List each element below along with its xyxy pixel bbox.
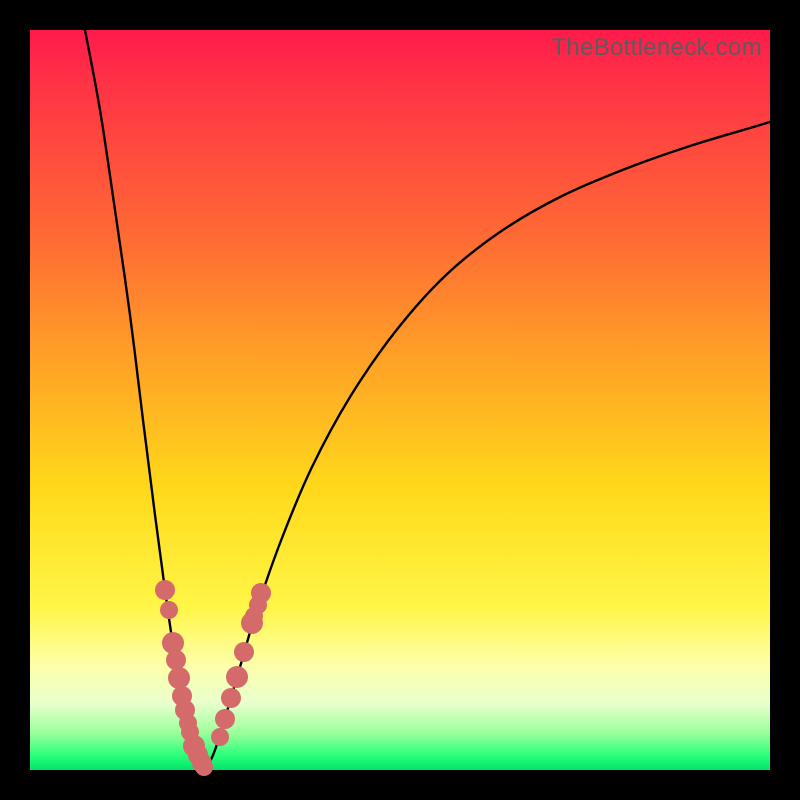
curve-left-branch — [85, 30, 206, 770]
marker-dot — [166, 650, 186, 670]
bottleneck-curve-svg — [30, 30, 770, 770]
curve-right-branch — [206, 122, 770, 770]
chart-frame: TheBottleneck.com — [0, 0, 800, 800]
marker-dot — [221, 688, 241, 708]
marker-dot — [249, 596, 267, 614]
marker-dot — [226, 666, 248, 688]
marker-group — [155, 580, 271, 776]
marker-dot — [160, 601, 178, 619]
marker-dot — [155, 580, 175, 600]
marker-dot — [168, 667, 190, 689]
marker-dot — [234, 642, 254, 662]
marker-dot — [211, 728, 229, 746]
marker-dot — [215, 709, 235, 729]
marker-dot — [195, 758, 213, 776]
plot-area: TheBottleneck.com — [30, 30, 770, 770]
